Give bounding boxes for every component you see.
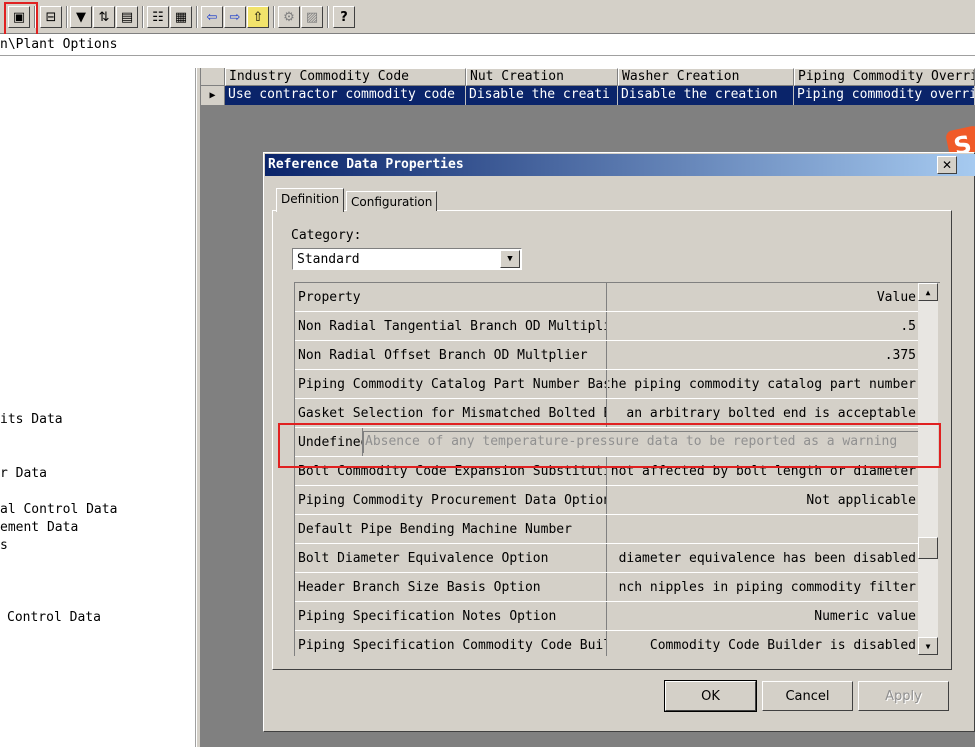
tree-panel: its Data r Data al Control Data ement Da…: [0, 68, 196, 747]
ok-button[interactable]: OK: [664, 680, 757, 712]
toolbar-separator: [142, 6, 144, 28]
property-value[interactable]: Not applicable: [608, 486, 919, 514]
toolbar: ▣ ⊟ ▼ ⇅ ▤ ☷ ▦ ⇦ ⇨ ⇧ ⚙ ▨ ?: [0, 0, 975, 38]
property-header-row: Property Value: [295, 283, 919, 312]
property-grid: Property Value Non Radial Tangential Bra…: [294, 282, 940, 656]
tree-item[interactable]: s: [0, 538, 8, 553]
scroll-up-icon[interactable]: ▲: [918, 283, 938, 301]
grid-cell[interactable]: Disable the creation: [618, 86, 794, 105]
path-bar: n\Plant Options: [0, 34, 975, 56]
grid-cell[interactable]: Use contractor commodity code: [225, 86, 466, 105]
property-row[interactable]: Piping Specification Notes Option Numeri…: [295, 602, 919, 631]
property-value[interactable]: .375: [608, 341, 919, 369]
cancel-button[interactable]: Cancel: [762, 681, 853, 711]
property-name: Piping Specification Notes Option: [295, 602, 607, 630]
property-row[interactable]: Non Radial Tangential Branch OD Multipli…: [295, 312, 919, 341]
scroll-down-icon[interactable]: ▼: [918, 637, 938, 655]
grid-view-icon[interactable]: ▦: [170, 6, 192, 28]
dialog-title: Reference Data Properties: [265, 154, 975, 176]
grid-cell[interactable]: Piping commodity overri: [794, 86, 975, 105]
property-value[interactable]: nch nipples in piping commodity filter: [608, 573, 919, 601]
property-row[interactable]: Header Branch Size Basis Option nch nipp…: [295, 573, 919, 602]
sort-icon[interactable]: ⇅: [93, 6, 115, 28]
toolbar-separator: [66, 6, 68, 28]
list-view-icon[interactable]: ☷: [147, 6, 169, 28]
property-name: Piping Commodity Catalog Part Number Bas…: [295, 370, 607, 398]
tab-definition[interactable]: Definition: [276, 188, 345, 212]
chevron-down-icon[interactable]: ▼: [500, 250, 520, 268]
highlight-box: [278, 423, 941, 468]
property-name: Default Pipe Bending Machine Number: [295, 515, 607, 543]
tree-item[interactable]: al Control Data: [0, 502, 117, 517]
category-value: Standard: [297, 252, 360, 267]
toolbar-separator: [327, 6, 329, 28]
tool-b-icon[interactable]: ▨: [301, 6, 323, 28]
tree-item[interactable]: Control Data: [7, 610, 101, 625]
tab-configuration[interactable]: Configuration: [346, 191, 438, 211]
property-row[interactable]: Piping Specification Commodity Code Buil…: [295, 631, 919, 656]
tree-item[interactable]: ement Data: [0, 520, 78, 535]
property-value[interactable]: the piping commodity catalog part number: [608, 370, 919, 398]
property-header: Property: [295, 283, 607, 311]
vertical-scrollbar[interactable]: ▲ ▼: [918, 283, 938, 655]
category-label: Category:: [291, 228, 362, 243]
grid-corner: [201, 68, 225, 86]
property-name: Header Branch Size Basis Option: [295, 573, 607, 601]
column-header[interactable]: Washer Creation: [618, 68, 794, 86]
highlight-box: [4, 2, 38, 38]
tool-a-icon[interactable]: ⚙: [278, 6, 300, 28]
property-value[interactable]: Commodity Code Builder is disabled: [608, 631, 919, 656]
grid-cell[interactable]: Disable the creati: [466, 86, 618, 105]
property-value[interactable]: Numeric value: [608, 602, 919, 630]
property-name: Piping Commodity Procurement Data Option: [295, 486, 607, 514]
property-row[interactable]: Default Pipe Bending Machine Number: [295, 515, 919, 544]
toolbar-separator: [34, 6, 36, 28]
filter-icon[interactable]: ▼: [70, 6, 92, 28]
property-name: Non Radial Offset Branch OD Multplier: [295, 341, 607, 369]
property-name: Piping Specification Commodity Code Buil…: [295, 631, 607, 656]
tree-item[interactable]: its Data: [0, 412, 63, 427]
property-value[interactable]: [608, 515, 919, 543]
toolbar-separator: [273, 6, 275, 28]
back-arrow-icon[interactable]: ⇦: [201, 6, 223, 28]
tree-item[interactable]: r Data: [0, 466, 47, 481]
help-icon[interactable]: ?: [333, 6, 355, 28]
column-header[interactable]: Nut Creation: [466, 68, 618, 86]
property-row[interactable]: Bolt Diameter Equivalence Option diamete…: [295, 544, 919, 573]
toolbar-separator: [196, 6, 198, 28]
property-value[interactable]: .5: [608, 312, 919, 340]
row-marker-icon[interactable]: ▶: [201, 86, 225, 105]
property-name: Non Radial Tangential Branch OD Multipli…: [295, 312, 607, 340]
value-header: Value: [876, 290, 916, 305]
scroll-thumb[interactable]: [918, 537, 938, 559]
property-row[interactable]: Piping Commodity Catalog Part Number Bas…: [295, 370, 919, 399]
column-header[interactable]: Piping Commodity Overri: [794, 68, 975, 86]
form-icon[interactable]: ▤: [116, 6, 138, 28]
path-text: n\Plant Options: [0, 37, 118, 52]
property-row[interactable]: Non Radial Offset Branch OD Multplier .3…: [295, 341, 919, 370]
property-value[interactable]: diameter equivalence has been disabled: [608, 544, 919, 572]
column-header[interactable]: Industry Commodity Code: [225, 68, 466, 86]
forward-arrow-icon[interactable]: ⇨: [224, 6, 246, 28]
property-name: Bolt Diameter Equivalence Option: [295, 544, 607, 572]
new-row-icon[interactable]: ⊟: [40, 6, 62, 28]
property-row[interactable]: Piping Commodity Procurement Data Option…: [295, 486, 919, 515]
apply-button[interactable]: Apply: [858, 681, 949, 711]
category-select[interactable]: Standard: [292, 248, 522, 270]
data-grid: Industry Commodity Code Nut Creation Was…: [201, 68, 975, 106]
up-folder-icon[interactable]: ⇧: [247, 6, 269, 28]
close-icon[interactable]: ✕: [937, 156, 957, 174]
